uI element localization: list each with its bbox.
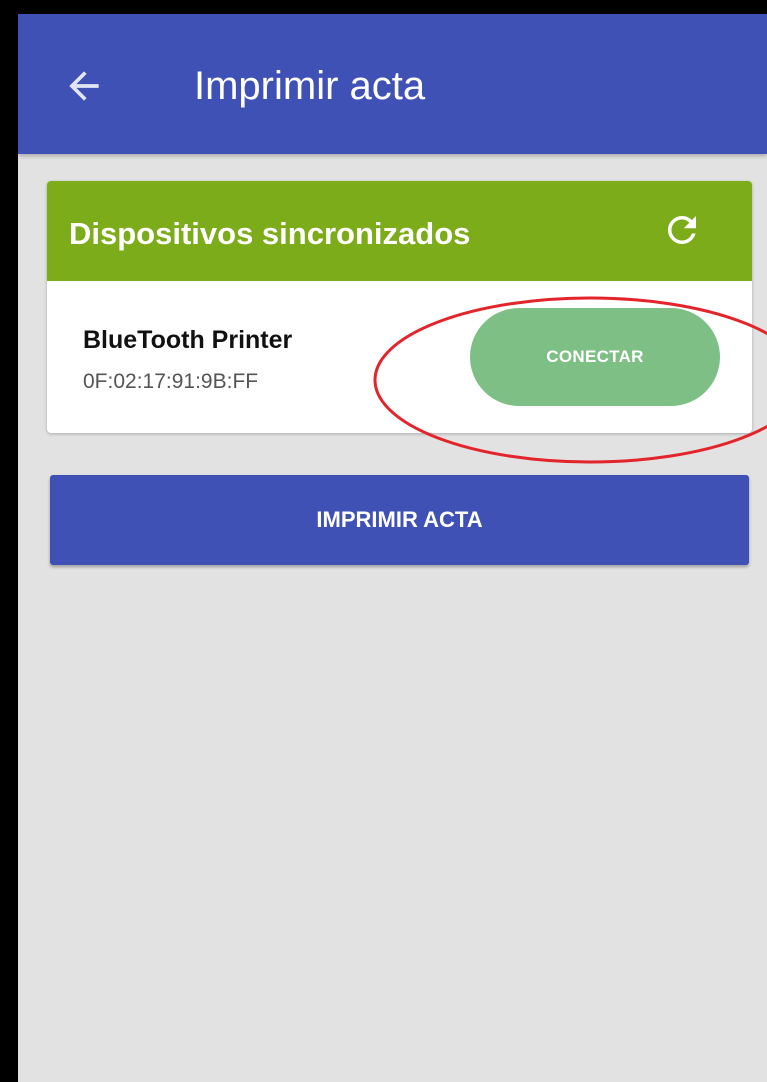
connect-button[interactable]: CONECTAR: [470, 308, 720, 406]
refresh-icon: [668, 216, 696, 244]
card-header: Dispositivos sincronizados: [47, 181, 752, 281]
card-title: Dispositivos sincronizados: [69, 216, 471, 251]
refresh-button[interactable]: [661, 209, 703, 251]
app-screen: Imprimir acta Dispositivos sincronizados…: [18, 14, 767, 1082]
page-title: Imprimir acta: [194, 64, 426, 108]
device-address: 0F:02:17:91:9B:FF: [83, 370, 259, 393]
print-record-button[interactable]: IMPRIMIR ACTA: [50, 475, 749, 565]
app-bar: Imprimir acta: [18, 14, 767, 154]
device-list-item: BlueTooth Printer 0F:02:17:91:9B:FF CONE…: [47, 281, 752, 433]
device-name: BlueTooth Printer: [83, 326, 293, 354]
back-button[interactable]: [62, 64, 106, 108]
synced-devices-card: Dispositivos sincronizados BlueTooth Pri…: [47, 181, 752, 433]
arrow-left-icon: [69, 71, 99, 101]
